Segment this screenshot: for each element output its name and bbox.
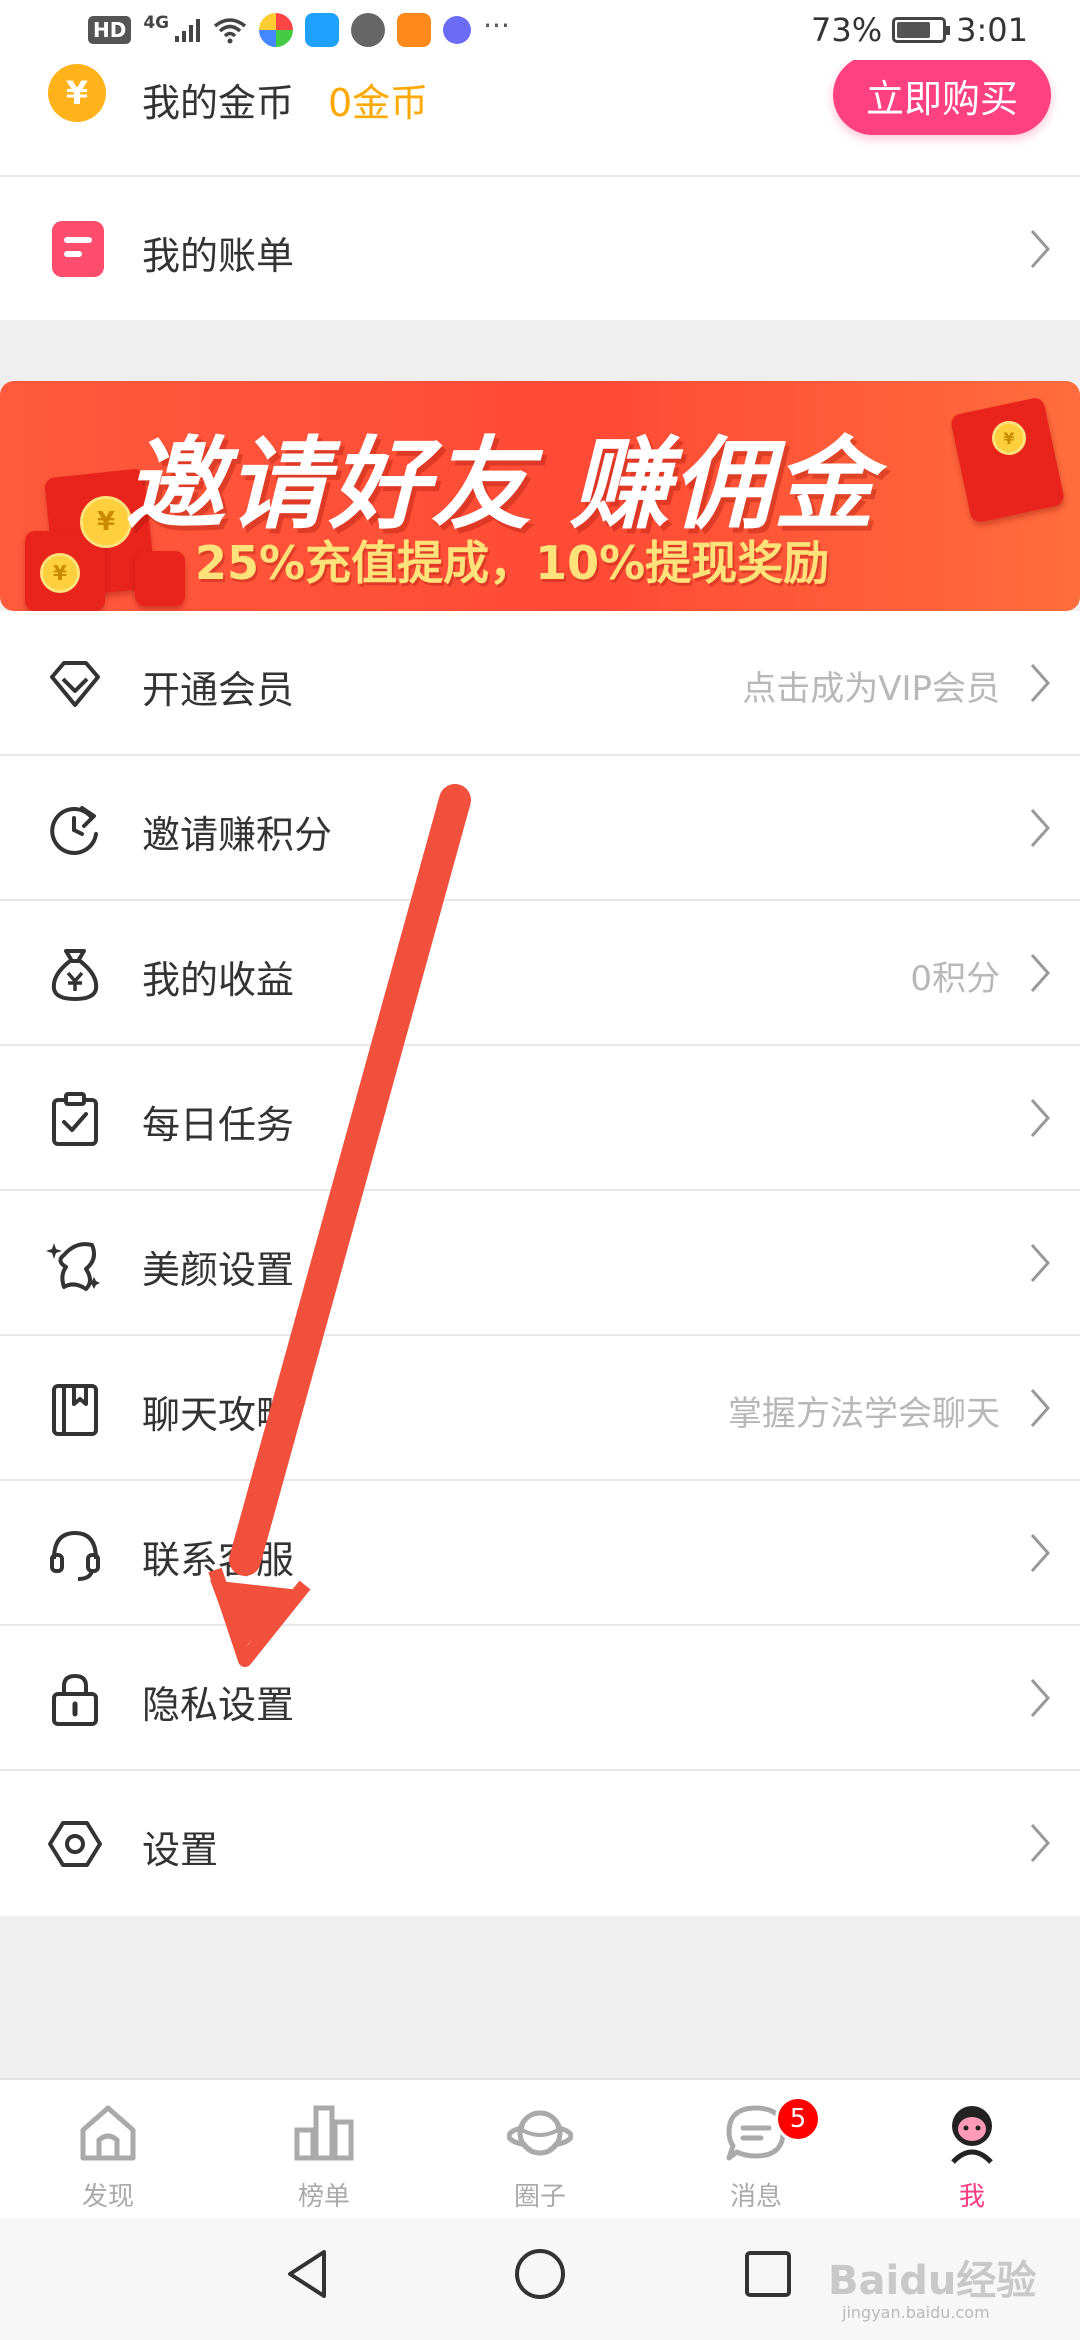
chevron-right-icon [1030,1389,1051,1427]
back-icon[interactable] [282,2246,332,2302]
menu-item-earnings[interactable]: 我的收益 0积分 [0,901,1080,1046]
menu-item-label: 邀请赚积分 [142,813,333,857]
menu-item-label: 我的收益 [142,958,295,1002]
home-icon [80,2105,136,2161]
unread-badge: 5 [775,2096,821,2142]
menu-item-invite-points[interactable]: 邀请赚积分 [0,756,1080,901]
menu-item-customer-service[interactable]: 联系客服 [0,1481,1080,1626]
tab-label: 消息 [729,2182,782,2212]
menu-item-settings[interactable]: 设置 [0,1771,1080,1916]
menu-item-chat-guide[interactable]: 聊天攻略 掌握方法学会聊天 [0,1336,1080,1481]
profile-icon [951,2106,993,2164]
menu-item-label: 联系客服 [142,1538,295,1582]
invite-friends-banner[interactable]: ¥ ¥ ¥ 邀请好友 赚佣金 25%充值提成，10%提现奖励 [0,381,1080,611]
chevron-right-icon [1030,1099,1051,1137]
tab-circle[interactable]: 圈子 [432,2080,648,2220]
gold-coin-icon: ¥ [992,421,1026,455]
tab-label: 发现 [81,2182,134,2212]
menu-item-label: 开通会员 [142,668,295,712]
chevron-right-icon [1030,664,1051,702]
menu-item-label: 美颜设置 [142,1248,295,1292]
red-envelope-icon [949,396,1066,524]
menu-list: 开通会员 点击成为VIP会员 邀请赚积分 我的收益 0积分 每日任务 美颜设置 … [0,611,1080,1916]
system-nav-bar: Baidu经验 jingyan.baidu.com [0,2218,1080,2340]
menu-item-label: 隐私设置 [142,1683,295,1727]
chevron-right-icon [1030,1534,1051,1572]
bill-label: 我的账单 [142,234,295,278]
menu-item-beauty-settings[interactable]: 美颜设置 [0,1191,1080,1336]
menu-item-daily-tasks[interactable]: 每日任务 [0,1046,1080,1191]
search-app-icon [305,13,340,47]
chevron-right-icon [1030,954,1051,992]
yen-coin-icon: ¥ [48,64,106,122]
recents-icon[interactable] [742,2248,794,2300]
clipboard-check-icon [52,1092,98,1146]
hand-app-icon [351,13,386,47]
settings-hexagon-icon [48,1821,102,1867]
menu-item-hint: 掌握方法学会聊天 [728,1394,1000,1434]
signal-icon [175,19,201,42]
menu-item-hint: 点击成为VIP会员 [742,669,1000,709]
chevron-right-icon [1030,1679,1051,1717]
music-app-icon [443,16,472,44]
chevron-right-icon [1030,230,1051,268]
buy-now-button[interactable]: 立即购买 [833,55,1051,135]
baidu-watermark: Baidu经验 [828,2258,1037,2304]
clock: 3:01 [956,11,1028,49]
money-bag-icon [51,949,99,1002]
diamond-icon [50,661,100,707]
menu-item-privacy-settings[interactable]: 隐私设置 [0,1626,1080,1771]
banner-subtitle: 25%充值提成，10%提现奖励 [195,536,830,590]
app-notification-icon [259,13,294,47]
bottom-tab-bar: 发现 榜单 圈子 5 消息 我 [0,2078,1080,2220]
menu-item-label: 每日任务 [142,1103,295,1147]
planet-icon [507,2110,573,2156]
menu-item-vip[interactable]: 开通会员 点击成为VIP会员 [0,611,1080,756]
home-circle-icon[interactable] [512,2246,568,2302]
battery-percentage: 73% [811,11,883,49]
book-icon [52,1384,98,1436]
tab-label: 榜单 [297,2182,350,2212]
refresh-icon [50,806,98,855]
menu-item-label: 聊天攻略 [142,1393,295,1437]
chevron-right-icon [1030,809,1051,847]
ranking-icon [294,2105,354,2161]
coins-label: 我的金币 [142,81,295,125]
tab-me[interactable]: 我 [864,2080,1080,2220]
bill-icon [52,221,104,277]
wifi-icon [214,18,247,44]
battery-icon [892,17,951,43]
chevron-right-icon [1030,1244,1051,1282]
status-bar: HD 4G ··· 73% 3:01 [0,0,1080,60]
sparkle-icon [46,1242,100,1291]
tab-ranking[interactable]: 榜单 [216,2080,432,2220]
chevron-right-icon [1030,1824,1051,1862]
menu-item-hint: 0积分 [910,959,1000,999]
red-envelope-icon [135,551,185,606]
tab-messages[interactable]: 5 消息 [648,2080,864,2220]
tab-discover[interactable]: 发现 [0,2080,216,2220]
tab-label: 我 [958,2182,985,2212]
tab-label: 圈子 [513,2182,566,2212]
baidu-watermark-url: jingyan.baidu.com [842,2303,990,2322]
gold-coin-icon: ¥ [40,553,80,593]
hd-indicator: HD [88,16,132,44]
my-bill-row[interactable]: 我的账单 [0,177,1080,320]
network-type: 4G [143,13,170,33]
more-notifications-icon: ··· [483,8,510,42]
coins-value: 0金币 [328,81,429,125]
menu-item-label: 设置 [142,1828,219,1872]
headset-icon [50,1530,100,1581]
lock-icon [52,1673,98,1726]
video-app-icon [397,13,432,47]
